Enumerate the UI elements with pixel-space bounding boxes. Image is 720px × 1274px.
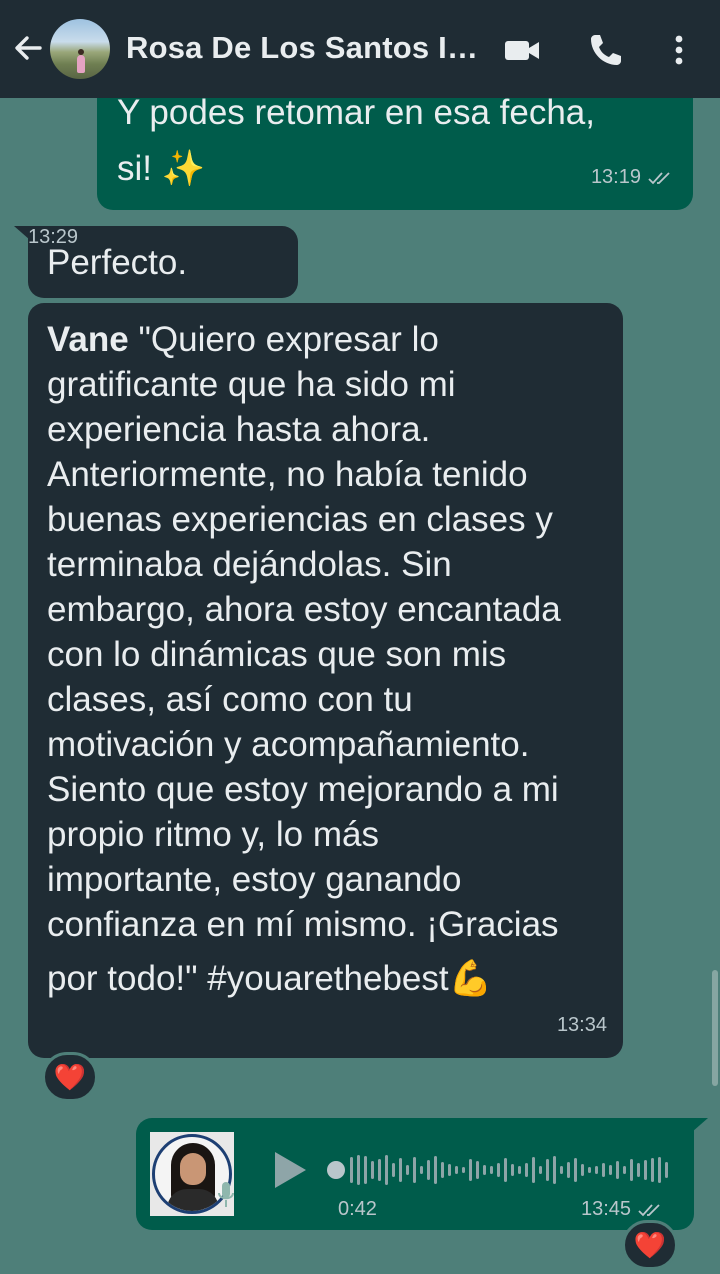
waveform-bar — [532, 1157, 535, 1183]
waveform-bar — [399, 1158, 402, 1182]
message-time: 13:45 — [581, 1198, 632, 1220]
waveform-bar — [567, 1162, 570, 1178]
message-meta: 13:19 — [591, 155, 677, 200]
waveform-bar — [504, 1158, 507, 1182]
waveform-bar — [546, 1159, 549, 1181]
waveform-bar — [665, 1162, 668, 1178]
waveform-bar — [651, 1158, 654, 1182]
read-ticks-icon — [648, 171, 670, 184]
play-icon[interactable] — [272, 1150, 308, 1190]
incoming-message-bubble[interactable]: Vane "Quiero expresar lo gratificante qu… — [28, 303, 623, 1058]
bubble-tail — [692, 1118, 708, 1132]
waveform-bar — [525, 1163, 528, 1177]
waveform-bar — [609, 1165, 612, 1175]
sender-name: Vane — [47, 320, 129, 359]
waveform-bar — [420, 1166, 423, 1174]
heart-reaction[interactable]: ❤️ — [42, 1052, 98, 1102]
voice-sender-avatar — [150, 1132, 234, 1216]
contact-name[interactable]: Rosa De Los Santos In... — [126, 30, 486, 66]
message-meta: 13:45 — [581, 1198, 667, 1221]
waveform-bar — [441, 1162, 444, 1178]
waveform-bar — [469, 1159, 472, 1181]
waveform-bar — [616, 1161, 619, 1179]
waveform-bar — [385, 1155, 388, 1185]
microphone-icon — [218, 1182, 234, 1207]
contact-avatar[interactable] — [50, 19, 110, 79]
waveform-bar — [434, 1156, 437, 1184]
message-line: con lo dinámicas que son mis — [47, 635, 507, 674]
waveform-bar — [630, 1159, 633, 1181]
heart-icon: ❤️ — [633, 1229, 667, 1260]
waveform-bar — [511, 1164, 514, 1176]
waveform-bar — [637, 1163, 640, 1177]
waveform-bar — [483, 1165, 486, 1175]
waveform-bar — [539, 1166, 542, 1174]
message-line: Anteriormente, no había tenido — [47, 455, 528, 494]
waveform-bar — [553, 1156, 556, 1184]
message-line: "Quiero expresar lo — [138, 320, 439, 359]
audio-waveform[interactable] — [326, 1150, 668, 1190]
video-call-icon[interactable] — [502, 30, 542, 70]
message-line: gratificante que ha sido mi — [47, 365, 456, 404]
message-line: propio ritmo y, lo más — [47, 815, 379, 854]
waveform-bar — [497, 1163, 500, 1177]
playhead — [327, 1161, 345, 1179]
waveform-bar — [350, 1157, 353, 1183]
waveform-bar — [560, 1166, 563, 1174]
waveform-bar — [371, 1161, 374, 1179]
waveform-bar — [455, 1166, 458, 1174]
phone-icon[interactable] — [586, 30, 626, 70]
waveform-bar — [490, 1166, 493, 1174]
more-options-icon[interactable] — [664, 30, 694, 70]
message-line: experiencia hasta ahora. — [47, 410, 431, 449]
waveform-bar — [588, 1167, 591, 1173]
message-line: confianza en mí mismo. ¡Gracias — [47, 905, 559, 944]
waveform-bar — [392, 1163, 395, 1177]
heart-reaction[interactable]: ❤️ — [622, 1220, 678, 1270]
chat-header: Rosa De Los Santos In... — [0, 0, 720, 98]
waveform-bar — [364, 1156, 367, 1184]
message-line: terminaba dejándolas. Sin — [47, 545, 452, 584]
message-time: 13:29 — [28, 226, 79, 248]
message-line: motivación y acompañamiento. — [47, 725, 530, 764]
message-text: Vane "Quiero expresar lo gratificante qu… — [47, 317, 612, 1010]
waveform-bar — [595, 1166, 598, 1174]
waveform-bar — [427, 1160, 430, 1180]
message-line: embargo, ahora estoy encantada — [47, 590, 561, 629]
waveform-bar — [448, 1164, 451, 1176]
waveform-bar — [462, 1167, 465, 1173]
message-time: 13:34 — [556, 1014, 607, 1036]
message-line: buenas experiencias en clases y — [47, 500, 553, 539]
waveform-bar — [378, 1159, 381, 1181]
message-line: clases, así como con tu — [47, 680, 413, 719]
waveform-bar — [413, 1157, 416, 1183]
message-line: Siento que estoy mejorando a mi — [47, 770, 559, 809]
waveform-bar — [602, 1163, 605, 1177]
message-line: Y podes retomar en esa fecha, — [117, 93, 595, 132]
waveform-bar — [574, 1158, 577, 1182]
message-line: por todo!" #youarethebest💪 — [47, 959, 493, 998]
message-line: importante, estoy ganando — [47, 860, 462, 899]
waveform-bar — [476, 1161, 479, 1179]
waveform-bar — [644, 1160, 647, 1180]
message-time: 13:19 — [590, 166, 641, 188]
waveform-bar — [658, 1157, 661, 1183]
waveform-bar — [518, 1166, 521, 1174]
voice-duration: 0:42 — [338, 1198, 377, 1220]
waveform-bar — [357, 1155, 360, 1185]
waveform-bar — [406, 1165, 409, 1175]
waveform-bar — [623, 1166, 626, 1174]
scrollbar[interactable] — [712, 970, 718, 1086]
waveform-bar — [581, 1164, 584, 1176]
read-ticks-icon — [638, 1203, 660, 1216]
back-arrow-icon[interactable] — [10, 30, 46, 66]
heart-icon: ❤️ — [53, 1061, 87, 1092]
